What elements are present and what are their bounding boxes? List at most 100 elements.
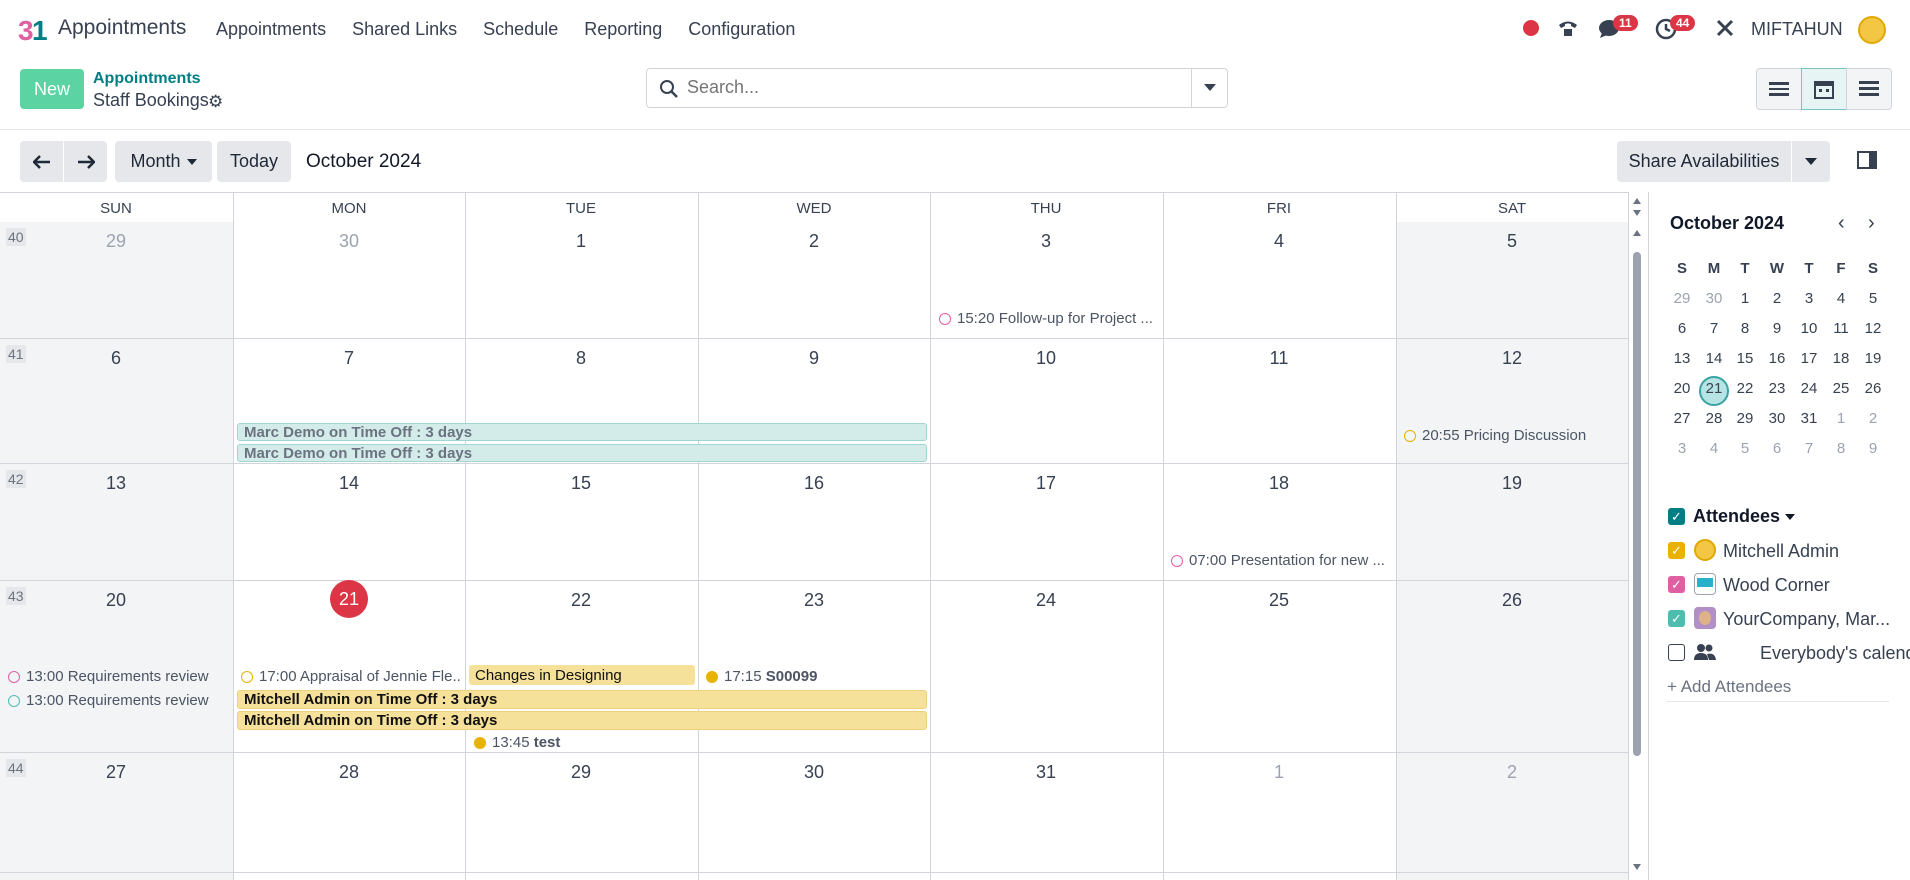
mini-day[interactable]: 6 bbox=[1667, 320, 1697, 337]
mini-day[interactable]: 25 bbox=[1826, 380, 1856, 397]
day-cell[interactable]: 6 bbox=[0, 348, 232, 369]
menu-appointments[interactable]: Appointments bbox=[216, 19, 326, 40]
mini-day[interactable]: 1 bbox=[1730, 290, 1760, 307]
mini-day[interactable]: 2 bbox=[1858, 410, 1888, 427]
mini-day[interactable]: 27 bbox=[1667, 410, 1697, 427]
mini-day[interactable]: 30 bbox=[1762, 410, 1792, 427]
attendee-checkbox[interactable]: ✓ bbox=[1668, 576, 1685, 593]
day-cell[interactable]: 1 bbox=[465, 231, 697, 252]
scale-dropdown[interactable]: Month bbox=[115, 141, 212, 182]
mini-day[interactable]: 29 bbox=[1730, 410, 1760, 427]
user-name[interactable]: MIFTAHUN bbox=[1751, 19, 1843, 40]
mini-day[interactable]: 13 bbox=[1667, 350, 1697, 367]
mini-day[interactable]: 8 bbox=[1730, 320, 1760, 337]
gear-icon[interactable]: ⚙ bbox=[208, 92, 223, 112]
calendar-event[interactable]: 17:15 S00099 bbox=[706, 668, 926, 685]
calendar-view-button[interactable] bbox=[1801, 68, 1847, 110]
mini-day[interactable]: 10 bbox=[1794, 320, 1824, 337]
phone-icon[interactable] bbox=[1556, 16, 1580, 40]
mini-day[interactable]: 7 bbox=[1794, 440, 1824, 457]
mini-day[interactable]: 5 bbox=[1858, 290, 1888, 307]
record-indicator-icon[interactable] bbox=[1523, 20, 1539, 36]
breadcrumb-parent[interactable]: Appointments bbox=[93, 70, 201, 88]
mini-prev-month-icon[interactable]: ‹ bbox=[1838, 212, 1845, 235]
day-cell[interactable]: 30 bbox=[698, 762, 930, 783]
mini-day[interactable]: 14 bbox=[1699, 350, 1729, 367]
day-cell[interactable]: 2 bbox=[1396, 762, 1628, 783]
day-cell[interactable]: 11 bbox=[1163, 348, 1395, 369]
day-cell[interactable]: 20 bbox=[0, 590, 232, 611]
calendar-event-allday[interactable]: Mitchell Admin on Time Off : 3 days bbox=[237, 711, 927, 730]
add-attendees-button[interactable]: + Add Attendees bbox=[1667, 677, 1791, 697]
mini-day[interactable]: 4 bbox=[1699, 440, 1729, 457]
calendar-event[interactable]: 17:00 Appraisal of Jennie Fle... bbox=[241, 668, 461, 685]
mini-day[interactable]: 30 bbox=[1699, 290, 1729, 307]
day-cell[interactable]: 31 bbox=[930, 762, 1162, 783]
toggle-side-panel-icon[interactable] bbox=[1857, 151, 1877, 169]
calendar-event[interactable]: 13:45 test bbox=[474, 734, 694, 751]
user-avatar[interactable] bbox=[1858, 16, 1886, 44]
day-cell[interactable]: 18 bbox=[1163, 473, 1395, 494]
day-cell[interactable]: 22 bbox=[465, 590, 697, 611]
calendar-event[interactable]: Changes in Designing bbox=[469, 665, 695, 685]
mini-day[interactable]: 12 bbox=[1858, 320, 1888, 337]
mini-day[interactable]: 16 bbox=[1762, 350, 1792, 367]
mini-day[interactable]: 21 bbox=[1699, 380, 1729, 397]
new-button[interactable]: New bbox=[20, 69, 84, 109]
attendee-checkbox[interactable] bbox=[1668, 644, 1685, 661]
day-cell[interactable]: 23 bbox=[698, 590, 930, 611]
search-options-toggle[interactable] bbox=[1191, 69, 1227, 107]
mini-day[interactable]: 3 bbox=[1667, 440, 1697, 457]
day-cell[interactable]: 4 bbox=[1163, 231, 1395, 252]
debug-tools-icon[interactable] bbox=[1714, 17, 1736, 39]
calendar-event-allday[interactable]: Marc Demo on Time Off : 3 days bbox=[237, 444, 927, 462]
day-cell[interactable]: 29 bbox=[0, 231, 232, 252]
mini-day[interactable]: 29 bbox=[1667, 290, 1697, 307]
mini-day[interactable]: 17 bbox=[1794, 350, 1824, 367]
mini-day[interactable]: 5 bbox=[1730, 440, 1760, 457]
mini-day[interactable]: 11 bbox=[1826, 320, 1856, 337]
day-cell[interactable]: 25 bbox=[1163, 590, 1395, 611]
messages-icon[interactable]: 11 bbox=[1597, 15, 1638, 40]
mini-day[interactable]: 9 bbox=[1762, 320, 1792, 337]
calendar-event[interactable]: 20:55 Pricing Discussion bbox=[1404, 427, 1626, 444]
calendar-event-allday[interactable]: Marc Demo on Time Off : 3 days bbox=[237, 423, 927, 441]
day-cell[interactable]: 29 bbox=[465, 762, 697, 783]
share-options-toggle[interactable] bbox=[1792, 141, 1830, 182]
app-title[interactable]: Appointments bbox=[58, 16, 186, 40]
mini-day[interactable]: 3 bbox=[1794, 290, 1824, 307]
mini-day[interactable]: 6 bbox=[1762, 440, 1792, 457]
day-cell[interactable]: 13 bbox=[0, 473, 232, 494]
day-cell[interactable]: 3 bbox=[930, 231, 1162, 252]
attendees-checkbox[interactable]: ✓ bbox=[1668, 508, 1685, 525]
list-view-button[interactable] bbox=[1756, 68, 1802, 110]
mini-day[interactable]: 15 bbox=[1730, 350, 1760, 367]
calendar-event[interactable]: 13:00 Requirements review bbox=[8, 692, 230, 709]
day-cell[interactable]: 10 bbox=[930, 348, 1162, 369]
day-cell[interactable]: 24 bbox=[930, 590, 1162, 611]
day-cell[interactable]: 28 bbox=[233, 762, 465, 783]
activities-icon[interactable]: 44 bbox=[1654, 15, 1696, 40]
calendar-event[interactable]: 15:20 Follow-up for Project ... bbox=[939, 310, 1159, 327]
mini-day[interactable]: 31 bbox=[1794, 410, 1824, 427]
day-cell[interactable]: 30 bbox=[233, 231, 465, 252]
mini-day[interactable]: 19 bbox=[1858, 350, 1888, 367]
day-cell[interactable]: 7 bbox=[233, 348, 465, 369]
mini-day[interactable]: 2 bbox=[1762, 290, 1792, 307]
mini-day[interactable]: 7 bbox=[1699, 320, 1729, 337]
mini-day[interactable]: 9 bbox=[1858, 440, 1888, 457]
mini-next-month-icon[interactable]: › bbox=[1868, 212, 1875, 235]
calendar-scrollbar[interactable] bbox=[1630, 196, 1644, 874]
mini-day[interactable]: 26 bbox=[1858, 380, 1888, 397]
search-input[interactable] bbox=[687, 77, 1157, 98]
today-button[interactable]: Today bbox=[217, 141, 291, 182]
day-cell[interactable]: 5 bbox=[1396, 231, 1628, 252]
mini-day[interactable]: 18 bbox=[1826, 350, 1856, 367]
attendees-filter-toggle[interactable]: Attendees bbox=[1693, 506, 1796, 527]
attendee-checkbox[interactable]: ✓ bbox=[1668, 542, 1685, 559]
day-cell[interactable]: 16 bbox=[698, 473, 930, 494]
mini-day[interactable]: 1 bbox=[1826, 410, 1856, 427]
menu-schedule[interactable]: Schedule bbox=[483, 19, 558, 40]
day-cell[interactable]: 27 bbox=[0, 762, 232, 783]
mini-day[interactable]: 8 bbox=[1826, 440, 1856, 457]
